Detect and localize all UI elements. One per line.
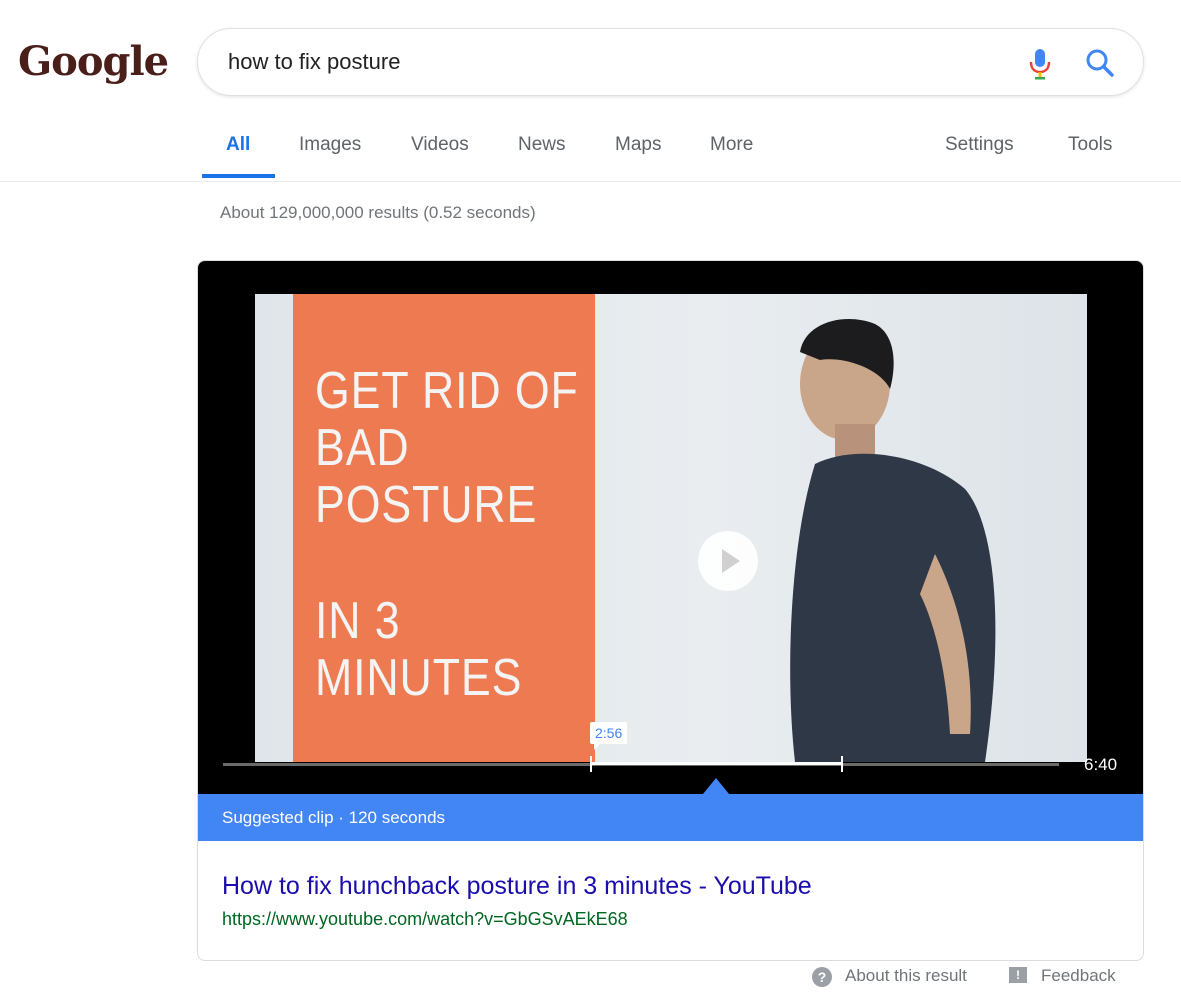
clip-start-marker[interactable] — [589, 756, 592, 772]
play-icon — [722, 549, 740, 573]
suggested-clip-bar: Suggested clip · 120 seconds — [198, 778, 1143, 841]
tab-images[interactable]: Images — [299, 134, 361, 156]
feedback-link[interactable]: ! Feedback — [1009, 966, 1116, 986]
tab-tools[interactable]: Tools — [1068, 134, 1112, 156]
thumbnail-text-line: MINUTES — [315, 649, 523, 707]
tab-more[interactable]: More — [710, 134, 753, 156]
video-timeline[interactable] — [223, 756, 1059, 772]
thumbnail-text-line: BAD — [315, 419, 410, 477]
logo-text: Google — [18, 38, 169, 85]
search-box[interactable] — [197, 28, 1144, 96]
clip-end-marker[interactable] — [840, 756, 843, 772]
active-tab-indicator — [202, 174, 275, 178]
clip-start-time-label: 2:56 — [590, 722, 628, 744]
suggested-clip-range[interactable] — [590, 762, 842, 765]
tab-videos[interactable]: Videos — [411, 134, 469, 156]
feedback-icon: ! — [1009, 966, 1027, 983]
result-stats: About 129,000,000 results (0.52 seconds) — [220, 203, 536, 222]
result-url[interactable]: https://www.youtube.com/watch?v=GbGSvAEk… — [222, 909, 628, 930]
tab-all[interactable]: All — [226, 134, 250, 156]
thumbnail-text-line: POSTURE — [315, 476, 538, 534]
search-input[interactable] — [228, 47, 988, 77]
play-button[interactable] — [698, 531, 758, 591]
about-this-result-label: About this result — [845, 966, 967, 985]
thumbnail-title-panel: GET RID OF BAD POSTURE IN 3 MINUTES — [293, 294, 595, 762]
video-thumbnail[interactable]: GET RID OF BAD POSTURE IN 3 MINUTES — [255, 294, 1087, 762]
google-logo[interactable]: Google — [18, 36, 169, 88]
clip-start-label-pointer — [594, 744, 600, 750]
tab-maps[interactable]: Maps — [615, 134, 661, 156]
featured-video-card: GET RID OF BAD POSTURE IN 3 MINUTES 2:56 — [197, 260, 1144, 961]
tab-settings[interactable]: Settings — [945, 134, 1014, 156]
tab-news[interactable]: News — [518, 134, 566, 156]
suggested-clip-text: Suggested clip · 120 seconds — [222, 808, 446, 827]
help-icon: ? — [812, 966, 832, 987]
video-duration: 6:40 — [1084, 755, 1118, 774]
feedback-label: Feedback — [1041, 966, 1116, 985]
person-figure — [790, 319, 996, 762]
thumbnail-text-line: IN 3 — [315, 592, 401, 650]
video-player[interactable]: GET RID OF BAD POSTURE IN 3 MINUTES 2:56 — [198, 261, 1143, 794]
result-title-link[interactable]: How to fix hunchback posture in 3 minute… — [222, 872, 812, 901]
thumbnail-text-line: GET RID OF — [315, 362, 579, 420]
clip-bar-caret — [703, 778, 729, 794]
search-tabs: All Images Videos News Maps More Setting… — [0, 120, 1181, 182]
search-icon[interactable] — [1084, 47, 1116, 79]
mic-icon[interactable] — [1026, 47, 1054, 81]
about-this-result-link[interactable]: ? About this result — [812, 966, 967, 987]
